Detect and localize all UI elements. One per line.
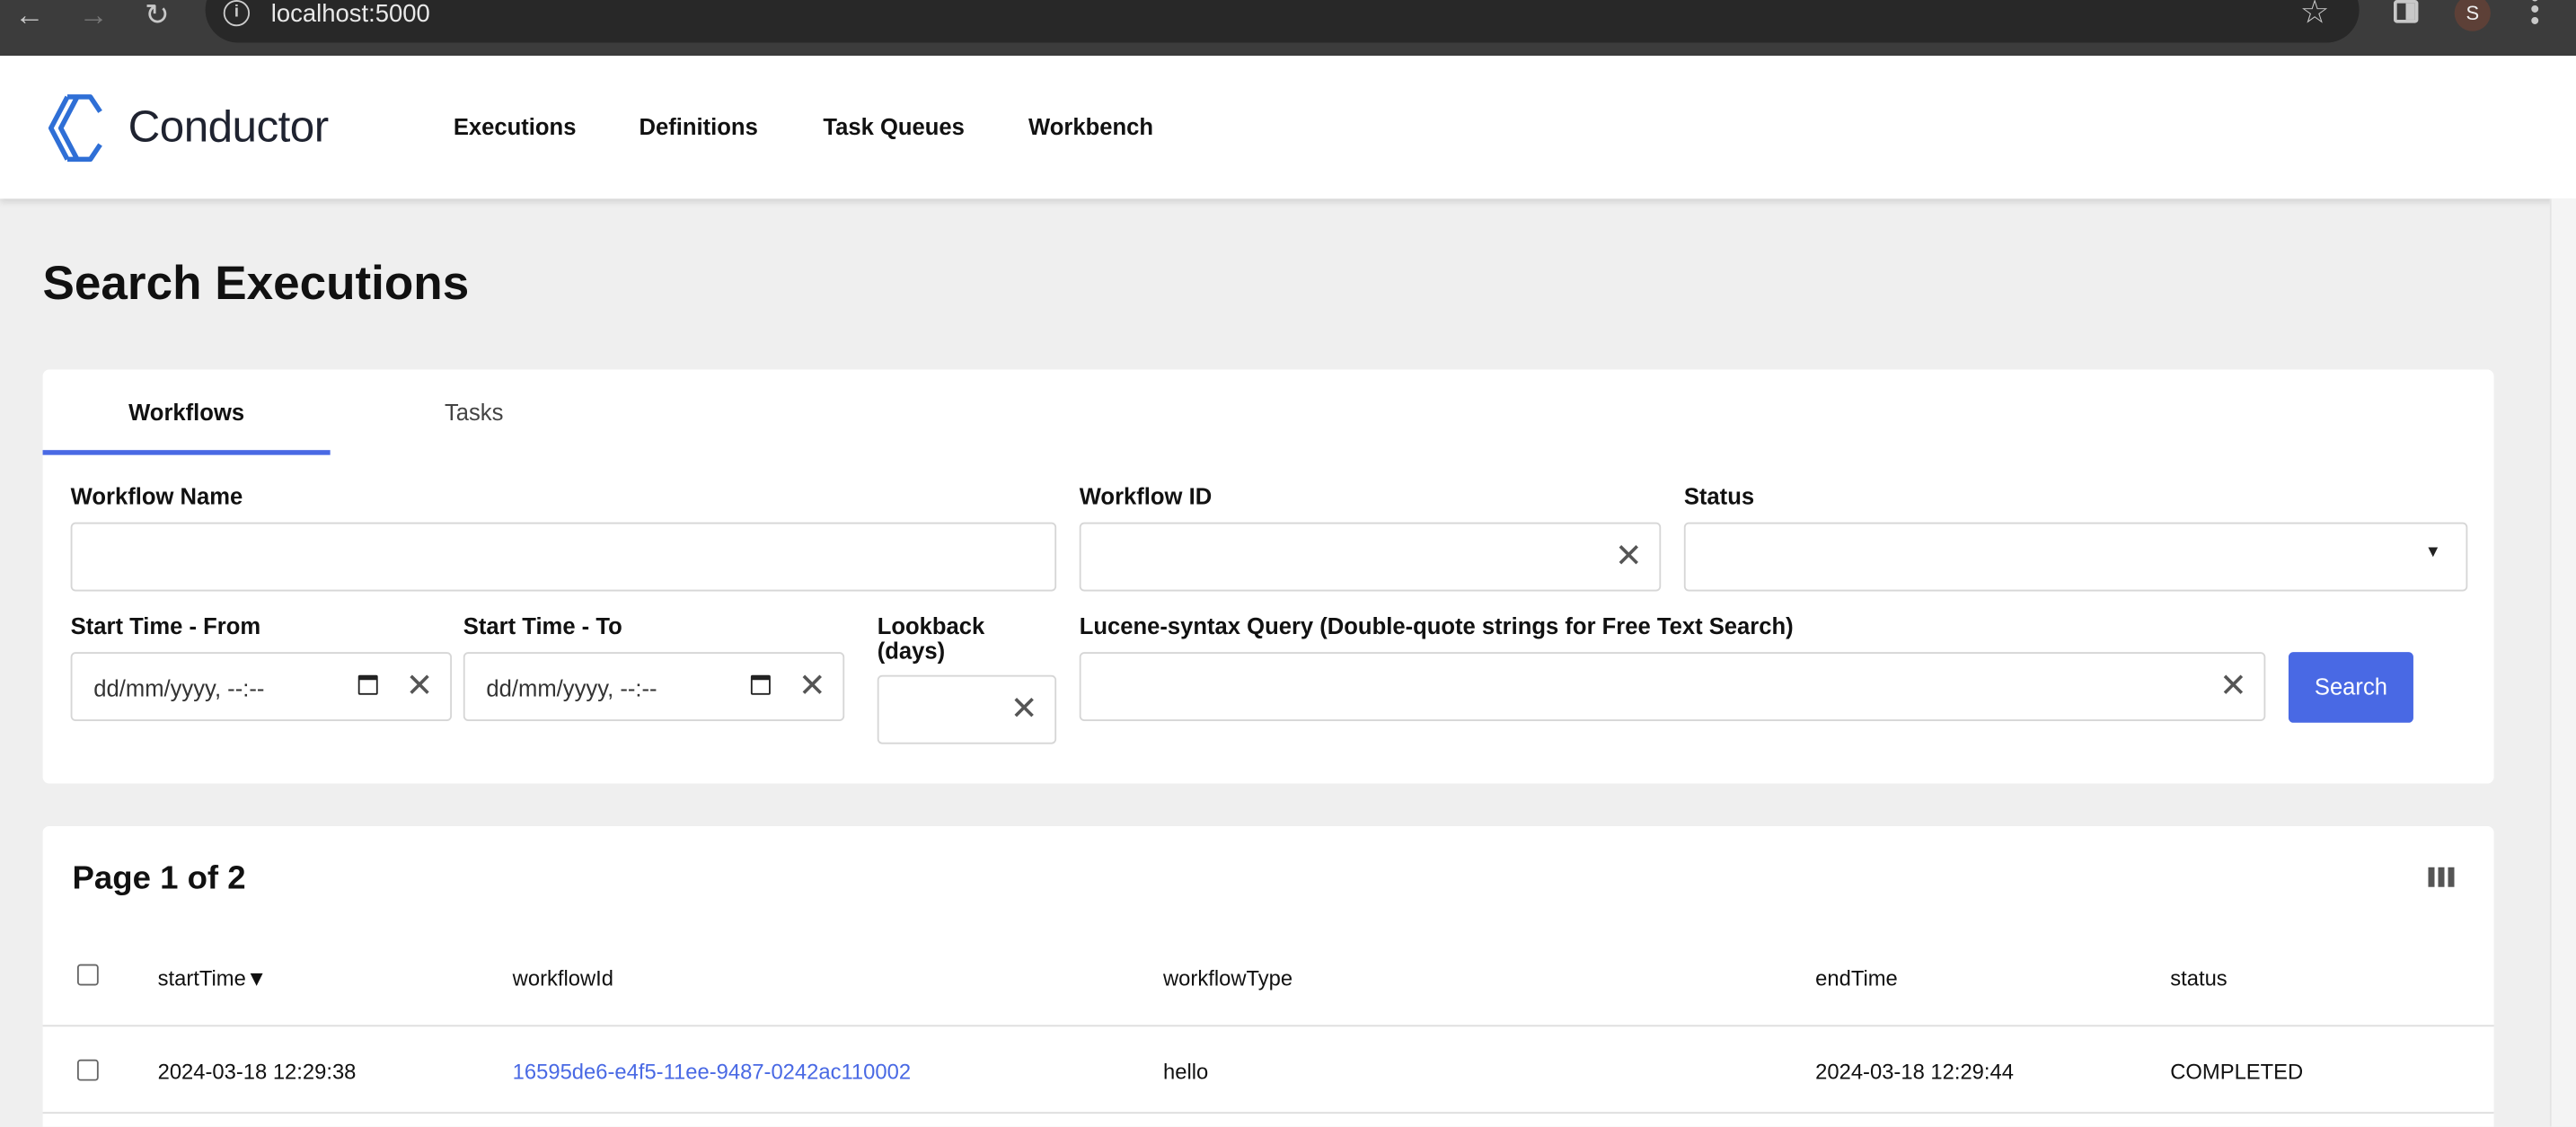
column-header-workflowid[interactable]: workflowId [513, 966, 613, 991]
column-header-starttime[interactable]: startTime▼ [158, 966, 268, 991]
column-header-workflowtype[interactable]: workflowType [1163, 966, 1292, 991]
clear-icon[interactable]: ✕ [2219, 670, 2247, 703]
brand-name[interactable]: Conductor [128, 101, 329, 153]
info-icon[interactable]: i [223, 0, 251, 27]
search-panel: Workflows Tasks Workflow Name Workflow I… [42, 369, 2494, 784]
nav-workbench[interactable]: Workbench [1028, 113, 1153, 139]
lookback-input[interactable]: ✕ [877, 674, 1057, 744]
page-title: Search Executions [42, 258, 470, 311]
column-header-status[interactable]: status [2170, 966, 2227, 991]
forward-icon[interactable]: → [79, 0, 109, 30]
columns-icon[interactable] [2428, 867, 2455, 887]
tab-tasks[interactable]: Tasks [331, 370, 618, 455]
lookback-label-line2: (days) [877, 637, 946, 664]
reload-icon[interactable]: ↻ [145, 0, 170, 30]
column-label: startTime [157, 965, 246, 991]
page-info: Page 1 of 2 [72, 860, 246, 897]
profile-avatar[interactable]: S [2454, 0, 2491, 31]
lookback-label-line1: Lookback [877, 612, 985, 639]
tab-workflows[interactable]: Workflows [42, 370, 331, 455]
clear-icon[interactable]: ✕ [1615, 541, 1643, 574]
divider [42, 1112, 2494, 1114]
status-select[interactable]: ▼ [1683, 522, 2468, 592]
row-checkbox[interactable] [76, 1059, 99, 1081]
workflow-id-input[interactable]: ✕ [1079, 522, 1662, 592]
results-panel: Page 1 of 2 startTime▼ workflowId workfl… [42, 826, 2494, 1127]
workflow-id-label: Workflow ID [1079, 482, 1213, 510]
sort-desc-icon: ▼ [245, 965, 268, 991]
date-placeholder: dd/mm/yyyy, --:-- [486, 674, 657, 702]
start-to-input[interactable]: dd/mm/yyyy, --:-- ✕ [463, 652, 845, 721]
lucene-query-input[interactable]: ✕ [1079, 652, 2266, 721]
cell-workflowtype: hello [1163, 1059, 1209, 1085]
clear-icon[interactable]: ✕ [406, 670, 434, 703]
nav-definitions[interactable]: Definitions [640, 113, 758, 139]
calendar-icon[interactable] [357, 674, 378, 695]
menu-dots-icon[interactable]: ••• [2527, 0, 2543, 35]
nav-executions[interactable]: Executions [454, 113, 577, 139]
bookmark-star-icon[interactable]: ☆ [2300, 0, 2330, 30]
date-placeholder: dd/mm/yyyy, --:-- [93, 674, 265, 702]
address-bar[interactable] [205, 0, 2360, 43]
cell-status: COMPLETED [2170, 1059, 2304, 1085]
table-row[interactable]: 2024-03-18 12:29:38 16595de6-e4f5-11ee-9… [43, 1026, 2494, 1112]
url-text[interactable]: localhost:5000 [271, 0, 430, 28]
clear-icon[interactable]: ✕ [1010, 693, 1038, 726]
cell-starttime: 2024-03-18 12:29:38 [157, 1059, 357, 1085]
caret-down-icon: ▼ [2424, 543, 2441, 562]
back-icon[interactable]: ← [14, 0, 44, 30]
column-header-endtime[interactable]: endTime [1815, 966, 1898, 991]
conductor-logo-icon [48, 94, 102, 163]
browser-toolbar: ← → ↻ i localhost:5000 ☆ S ••• [0, 0, 2576, 57]
workflow-name-label: Workflow Name [70, 482, 243, 510]
status-label: Status [1683, 482, 1755, 510]
workflow-name-input[interactable] [70, 522, 1057, 592]
cell-endtime: 2024-03-18 12:29:44 [1815, 1059, 2014, 1085]
lucene-label: Lucene-syntax Query (Double-quote string… [1079, 612, 1794, 639]
workflow-id-link[interactable]: 16595de6-e4f5-11ee-9487-0242ac110002 [513, 1060, 911, 1084]
start-to-label: Start Time - To [463, 612, 622, 639]
side-panel-icon[interactable] [2393, 0, 2419, 23]
select-all-checkbox[interactable] [76, 964, 99, 986]
nav-task-queues[interactable]: Task Queues [823, 113, 965, 139]
app-header: Conductor Executions Definitions Task Qu… [0, 56, 2576, 199]
search-button[interactable]: Search [2288, 652, 2413, 723]
calendar-icon[interactable] [750, 674, 771, 695]
start-from-input[interactable]: dd/mm/yyyy, --:-- ✕ [70, 652, 453, 721]
lookback-label: Lookback (days) [877, 612, 985, 664]
start-from-label: Start Time - From [70, 612, 261, 639]
clear-icon[interactable]: ✕ [798, 670, 826, 703]
page-scrollbar[interactable] [2549, 198, 2576, 1127]
